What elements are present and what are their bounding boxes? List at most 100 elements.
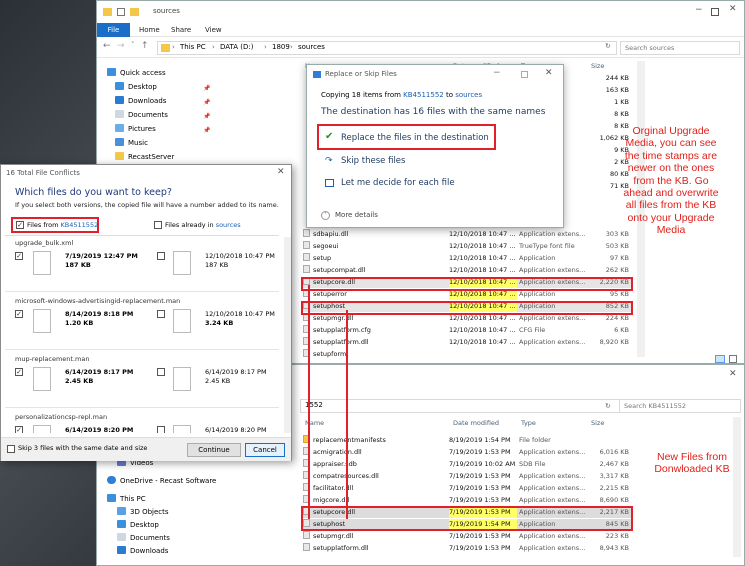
breadcrumb-separator: › xyxy=(264,43,267,51)
col-size[interactable]: Size xyxy=(591,60,604,72)
checkbox-unchecked[interactable] xyxy=(154,221,162,229)
tab-share[interactable]: Share xyxy=(171,23,191,37)
dialog-heading: Which files do you want to keep? xyxy=(15,187,172,198)
nav-label: Quick access xyxy=(120,69,166,77)
new-folder-icon[interactable] xyxy=(130,8,139,16)
forward-icon[interactable]: → xyxy=(117,41,125,51)
annotation-original-media: Orginal Upgrade Media, you can see the t… xyxy=(623,125,719,237)
search-input[interactable]: Search KB4511552 xyxy=(619,399,741,413)
file-name: setupplatform.dll xyxy=(303,543,445,554)
right-checkbox[interactable] xyxy=(157,252,165,260)
file-thumbnail-icon xyxy=(173,425,191,433)
table-row[interactable]: setupplatform.dll 7/19/2019 1:53 PM Applic… xyxy=(301,543,633,554)
maximize-icon[interactable] xyxy=(521,71,528,78)
scrollbar[interactable] xyxy=(733,417,741,557)
left-source: KB4511552 xyxy=(60,221,99,229)
nav-desktop[interactable]: Desktop xyxy=(117,519,159,532)
close-icon[interactable]: ✕ xyxy=(277,167,285,177)
file-thumbnail-icon xyxy=(173,367,191,391)
nav-label: Desktop xyxy=(130,521,159,529)
up-icon[interactable]: ↑ xyxy=(141,41,149,51)
minimize-icon[interactable]: − xyxy=(493,68,501,78)
table-row[interactable]: setup 12/10/2018 10:47 ... Application 97 K… xyxy=(301,253,633,264)
right-select-all[interactable]: Files already in sources xyxy=(153,219,253,233)
right-checkbox[interactable] xyxy=(157,368,165,376)
nav-label: 3D Objects xyxy=(130,508,169,516)
breadcrumb-data-drive[interactable]: DATA (D:) xyxy=(220,43,253,51)
nav-pictures[interactable]: Pictures xyxy=(115,123,156,136)
decide-option-button[interactable]: Let me decide for each file xyxy=(321,175,496,193)
right-checkbox[interactable] xyxy=(157,426,165,433)
details-view-icon[interactable] xyxy=(715,355,725,363)
breadcrumb-this-pc[interactable]: This PC xyxy=(180,43,206,51)
col-size[interactable]: Size xyxy=(591,417,604,429)
left-checkbox[interactable]: ✓ xyxy=(15,310,23,318)
skip-same-checkbox[interactable] xyxy=(7,445,15,453)
left-checkbox[interactable]: ✓ xyxy=(15,368,23,376)
cloud-icon xyxy=(107,476,116,484)
back-icon[interactable]: ← xyxy=(103,41,111,51)
breadcrumb-sources[interactable]: sources xyxy=(298,43,325,51)
tab-file[interactable]: File xyxy=(97,23,130,37)
left-prefix: Files from xyxy=(27,221,59,229)
right-checkbox[interactable] xyxy=(157,310,165,318)
nav-this-pc[interactable]: This PC xyxy=(107,493,146,506)
col-type[interactable]: Type xyxy=(521,417,536,429)
file-name: segoeui xyxy=(303,241,445,252)
nav-recastserver[interactable]: RecastServer xyxy=(115,151,174,164)
close-icon[interactable]: ✕ xyxy=(729,4,737,14)
col-date[interactable]: Date modified xyxy=(453,417,499,429)
minimize-icon[interactable]: − xyxy=(695,5,703,15)
recent-locations-icon[interactable]: ˅ xyxy=(131,41,135,49)
tab-home[interactable]: Home xyxy=(139,23,160,37)
nav-quick-access[interactable]: Quick access xyxy=(107,67,166,80)
close-icon[interactable]: ✕ xyxy=(545,68,553,78)
nav-music[interactable]: Music xyxy=(115,137,148,150)
replace-option-button[interactable]: ✔ Replace the files in the destination xyxy=(317,124,496,150)
file-thumbnail-icon xyxy=(33,251,51,275)
nav-documents[interactable]: Documents xyxy=(117,532,170,545)
large-icons-view-icon[interactable] xyxy=(729,355,737,363)
table-row[interactable]: sdbapiu.dll 12/10/2018 10:47 ... Applicati… xyxy=(301,229,633,240)
breadcrumb-1809[interactable]: 1809 xyxy=(272,43,290,51)
continue-button[interactable]: Continue xyxy=(187,443,241,457)
properties-icon[interactable] xyxy=(117,8,125,16)
nav-documents[interactable]: Documents xyxy=(115,109,168,122)
cube-icon xyxy=(117,507,126,515)
tab-view[interactable]: View xyxy=(205,23,222,37)
search-input[interactable]: Search sources xyxy=(620,41,740,55)
dialog-title: Replace or Skip Files xyxy=(325,70,397,78)
maximize-icon[interactable] xyxy=(711,8,719,16)
left-checkbox[interactable]: ✓ xyxy=(15,252,23,260)
skip-option-button[interactable]: ↷ Skip these files xyxy=(321,153,496,171)
dest-link[interactable]: sources xyxy=(455,91,482,99)
left-header: Files from KB4511552 xyxy=(27,221,98,229)
nav-desktop[interactable]: Desktop xyxy=(115,81,157,94)
nav-downloads[interactable]: Downloads xyxy=(115,95,166,108)
replace-or-skip-dialog: Replace or Skip Files − ✕ Copying 18 ite… xyxy=(306,64,564,228)
nav-onedrive[interactable]: OneDrive - Recast Software xyxy=(107,475,216,488)
scrollbar[interactable] xyxy=(284,237,291,433)
more-details-label: More details xyxy=(335,211,378,219)
left-select-all[interactable]: ✓ Files from KB4511552 xyxy=(11,217,99,233)
nav-3d-objects[interactable]: 3D Objects xyxy=(117,506,169,519)
checkbox-checked[interactable]: ✓ xyxy=(16,221,24,229)
type-cell: Application extens... xyxy=(519,484,586,492)
refresh-icon[interactable]: ↻ xyxy=(605,42,611,50)
address-box[interactable]: › This PC › DATA (D:) › 1809 › sources xyxy=(157,41,617,55)
left-checkbox[interactable]: ✓ xyxy=(15,426,23,433)
date-cell: 7/19/2019 1:53 PM xyxy=(449,532,511,540)
source-link[interactable]: KB4511552 xyxy=(403,91,444,99)
table-row[interactable]: segoeui 12/10/2018 10:47 ... TrueType font… xyxy=(301,241,633,252)
date-cell: 12/10/2018 10:47 ... xyxy=(449,254,516,262)
close-icon[interactable]: ✕ xyxy=(729,369,737,379)
nav-downloads[interactable]: Downloads xyxy=(117,545,168,558)
size-cell: 6,016 KB xyxy=(599,448,629,456)
type-cell: File folder xyxy=(519,436,551,444)
file-name-text: setupplatform.dll xyxy=(313,544,369,552)
nav-label: Downloads xyxy=(130,547,169,555)
right-size: 187 KB xyxy=(205,261,229,269)
cancel-button[interactable]: Cancel xyxy=(245,443,285,457)
divider xyxy=(5,349,279,350)
refresh-icon[interactable]: ↻ xyxy=(605,402,611,410)
